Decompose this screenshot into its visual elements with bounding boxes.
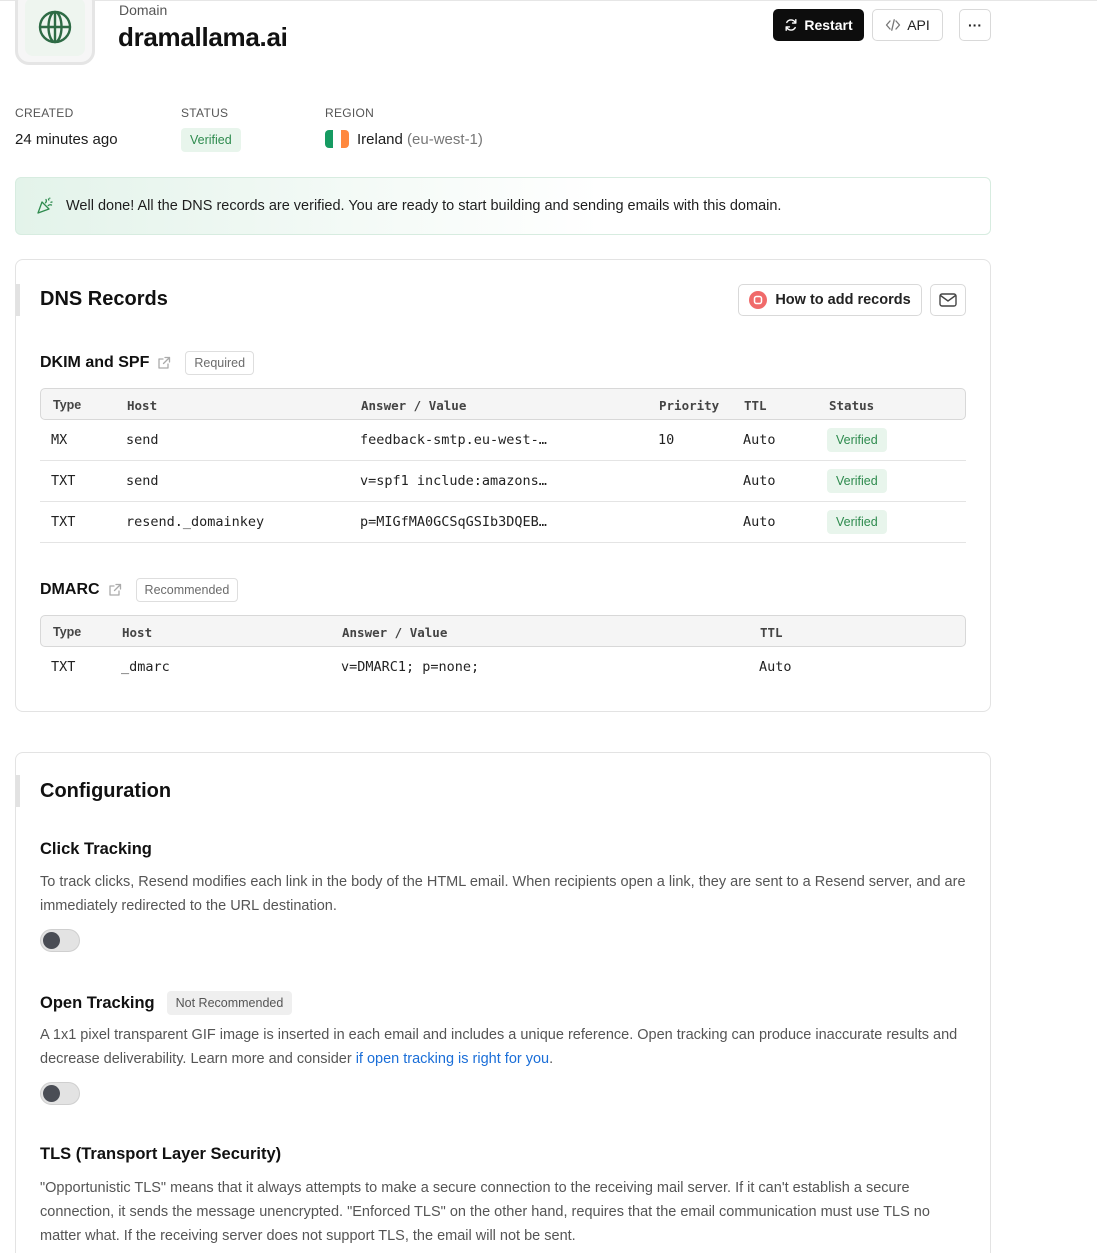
dmarc-table-header: Type Host Answer / Value TTL xyxy=(40,615,966,647)
record-host[interactable]: send xyxy=(126,432,159,448)
record-host[interactable]: send xyxy=(126,473,159,489)
dns-records-card: DNS Records How to add records DKIM and … xyxy=(15,259,991,712)
status-label: STATUS xyxy=(181,106,229,120)
open-tracking-toggle[interactable] xyxy=(40,1082,80,1105)
required-badge: Required xyxy=(185,351,255,375)
api-label: API xyxy=(907,17,930,33)
col-type: Type xyxy=(53,625,82,639)
created-value: 24 minutes ago xyxy=(15,131,118,148)
region-name: Ireland xyxy=(357,131,403,148)
globe-icon xyxy=(38,10,72,43)
dkim-spf-heading: DKIM and SPF xyxy=(40,354,150,371)
email-records-button[interactable] xyxy=(930,284,966,316)
record-ttl: Auto xyxy=(743,514,776,530)
record-ttl: Auto xyxy=(743,473,776,489)
region-value: Ireland (eu-west-1) xyxy=(357,131,483,148)
help-icon xyxy=(749,291,768,309)
col-host: Host xyxy=(127,398,158,413)
dkim-table-header: Type Host Answer / Value Priority TTL St… xyxy=(40,388,966,420)
col-type: Type xyxy=(53,398,82,412)
configuration-title: Configuration xyxy=(40,780,172,802)
toggle-knob xyxy=(43,932,60,949)
how-to-add-records-button[interactable]: How to add records xyxy=(738,284,922,316)
record-status-badge: Verified xyxy=(827,510,887,534)
record-ttl: Auto xyxy=(759,659,792,675)
region-label: REGION xyxy=(325,106,375,120)
refresh-icon xyxy=(785,19,797,31)
dkim-spf-title: DKIM and SPF Required xyxy=(40,351,255,375)
col-host: Host xyxy=(122,625,153,640)
api-button[interactable]: API xyxy=(872,9,943,41)
col-ttl: TTL xyxy=(760,625,783,640)
col-priority: Priority xyxy=(659,398,720,413)
record-ttl: Auto xyxy=(743,432,776,448)
restart-label: Restart xyxy=(804,17,853,33)
more-icon: ··· xyxy=(968,17,982,33)
region-code: (eu-west-1) xyxy=(407,131,483,148)
top-divider xyxy=(0,0,1097,1)
click-tracking-title: Click Tracking xyxy=(40,840,152,859)
dmarc-heading: DMARC xyxy=(40,581,100,598)
dns-records-title: DNS Records xyxy=(40,288,168,310)
record-value[interactable]: v=DMARC1; p=none; xyxy=(341,659,479,675)
status-value: Verified xyxy=(181,128,241,152)
recommended-badge: Recommended xyxy=(135,578,239,602)
record-status-badge: Verified xyxy=(827,428,887,452)
record-value[interactable]: v=spf1 include:amazons… xyxy=(360,473,547,489)
tls-title: TLS (Transport Layer Security) xyxy=(40,1145,281,1164)
how-to-add-records-label: How to add records xyxy=(775,292,911,308)
col-value: Answer / Value xyxy=(361,398,467,413)
record-status-badge: Verified xyxy=(827,469,887,493)
col-value: Answer / Value xyxy=(342,625,448,640)
table-row: TXT _dmarc v=DMARC1; p=none; Auto xyxy=(40,647,966,688)
not-recommended-badge: Not Recommended xyxy=(166,991,293,1015)
section-accent xyxy=(16,284,20,316)
more-options-button[interactable]: ··· xyxy=(959,9,991,41)
open-tracking-text-end: . xyxy=(549,1051,554,1067)
click-tracking-toggle[interactable] xyxy=(40,929,80,952)
party-popper-icon xyxy=(37,197,53,214)
click-tracking-heading: Click Tracking xyxy=(40,840,152,858)
table-row: TXT resend._domainkey p=MIGfMA0GCSqGSIb3… xyxy=(40,502,966,543)
tls-heading: TLS (Transport Layer Security) xyxy=(40,1145,282,1163)
tls-description: "Opportunistic TLS" means that it always… xyxy=(40,1180,930,1244)
record-type: TXT xyxy=(51,514,76,530)
record-host[interactable]: _dmarc xyxy=(121,659,170,675)
record-type: TXT xyxy=(51,473,76,489)
external-link-icon[interactable] xyxy=(157,356,171,370)
mail-icon xyxy=(939,293,957,307)
record-type: MX xyxy=(51,432,68,448)
click-tracking-description: To track clicks, Resend modifies each li… xyxy=(40,874,966,914)
section-accent xyxy=(16,775,20,807)
open-tracking-title: Open Tracking Not Recommended xyxy=(40,991,293,1015)
record-priority: 10 xyxy=(658,432,675,448)
table-row: TXT send v=spf1 include:amazons… Auto Ve… xyxy=(40,461,966,502)
page-kicker: Domain xyxy=(119,2,168,18)
toggle-knob xyxy=(43,1085,60,1102)
col-ttl: TTL xyxy=(744,398,767,413)
record-value[interactable]: feedback-smtp.eu-west-… xyxy=(360,432,547,448)
status-badge: Verified xyxy=(181,128,241,152)
table-row: MX send feedback-smtp.eu-west-… 10 Auto … xyxy=(40,420,966,461)
dmarc-title: DMARC Recommended xyxy=(40,578,239,602)
open-tracking-heading: Open Tracking xyxy=(40,993,155,1012)
domain-logo xyxy=(15,0,95,65)
success-banner: Well done! All the DNS records are verif… xyxy=(15,177,991,235)
page-title: dramallama.ai xyxy=(118,22,288,52)
code-icon xyxy=(886,19,901,31)
record-value[interactable]: p=MIGfMA0GCSqGSIb3DQEB… xyxy=(360,514,547,530)
configuration-card: Configuration Click Tracking To track cl… xyxy=(15,752,991,1253)
col-status: Status xyxy=(829,398,875,413)
open-tracking-link[interactable]: if open tracking is right for you xyxy=(356,1051,549,1067)
external-link-icon[interactable] xyxy=(108,583,122,597)
success-message: Well done! All the DNS records are verif… xyxy=(66,198,782,214)
record-type: TXT xyxy=(51,659,76,675)
record-host[interactable]: resend._domainkey xyxy=(126,514,264,530)
restart-button[interactable]: Restart xyxy=(773,9,864,41)
ireland-flag-icon xyxy=(325,130,349,148)
created-label: CREATED xyxy=(15,106,74,120)
open-tracking-description: A 1x1 pixel transparent GIF image is ins… xyxy=(40,1023,970,1071)
